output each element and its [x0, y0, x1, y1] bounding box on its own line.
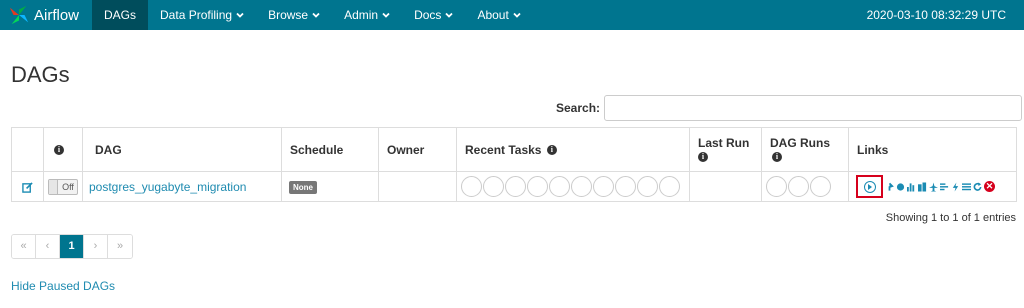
nav-dags-label: DAGs [104, 8, 137, 22]
info-icon: i [698, 152, 708, 163]
task-tries-icon[interactable] [918, 182, 927, 192]
info-icon: i [772, 152, 782, 163]
task-state-circle[interactable] [637, 176, 658, 197]
nav-browse-label: Browse [268, 8, 309, 22]
header-dag-runs: DAG Runs i [761, 127, 849, 172]
task-state-circle[interactable] [483, 176, 504, 197]
first-page-button[interactable]: « [12, 235, 36, 258]
header-info: i [43, 127, 83, 172]
chevron-down-icon [236, 12, 244, 18]
header-last-run: Last Run i [689, 127, 762, 172]
nav-docs[interactable]: Docs [402, 0, 465, 30]
chevron-down-icon [312, 12, 320, 18]
nav-about[interactable]: About [465, 0, 532, 30]
schedule-cell: None [281, 171, 379, 202]
header-links: Links [848, 127, 1017, 172]
dags-table: i DAG Schedule Owner Recent Tasks i Last… [11, 127, 1017, 202]
hide-paused-dags-link[interactable]: Hide Paused DAGs [11, 279, 115, 293]
nav-admin-label: Admin [344, 8, 379, 22]
info-icon: i [54, 145, 64, 156]
run-state-circle[interactable] [810, 176, 831, 197]
nav-data-profiling[interactable]: Data Profiling [148, 0, 256, 30]
showing-entries: Showing 1 to 1 of 1 entries [885, 212, 1016, 224]
recent-tasks-circles [461, 176, 685, 197]
top-navbar: Airflow DAGs Data Profiling Browse Admin… [0, 0, 1024, 30]
task-state-circle[interactable] [593, 176, 614, 197]
run-state-circle[interactable] [766, 176, 787, 197]
links-icons: ✕ [853, 175, 1012, 198]
header-dag-runs-label: DAG Runs [770, 135, 830, 150]
chevron-down-icon [382, 12, 390, 18]
refresh-icon[interactable] [973, 182, 982, 192]
last-page-button[interactable]: » [108, 235, 132, 258]
gantt-icon[interactable] [940, 182, 949, 192]
next-page-button[interactable]: › [84, 235, 108, 258]
header-recent-tasks-label: Recent Tasks [465, 142, 542, 157]
toggle-cell: Off [43, 171, 83, 202]
delete-icon[interactable]: ✕ [984, 181, 995, 192]
search-label: Search: [556, 101, 601, 115]
header-owner[interactable]: Owner [378, 127, 457, 172]
dag-runs-cell [761, 171, 849, 202]
pause-toggle[interactable]: Off [48, 178, 78, 195]
page-title: DAGs [11, 62, 70, 87]
links-cell: ✕ [848, 171, 1017, 202]
task-state-circle[interactable] [505, 176, 526, 197]
trigger-dag-icon[interactable] [863, 180, 876, 193]
table-row: Off postgres_yugabyte_migration None ✕ [11, 171, 1017, 202]
brand-name: Airflow [34, 6, 80, 24]
nav-about-label: About [477, 8, 509, 22]
run-state-circle[interactable] [788, 176, 809, 197]
server-time: 2020-03-10 08:32:29 UTC [866, 8, 1006, 22]
dag-runs-circles [766, 176, 844, 197]
task-state-circle[interactable] [571, 176, 592, 197]
edit-cell [11, 171, 44, 202]
nav-dags[interactable]: DAGs [92, 0, 149, 30]
graph-view-icon[interactable] [896, 182, 905, 192]
page-1-button[interactable]: 1 [60, 235, 84, 258]
search-input[interactable] [604, 95, 1023, 121]
owner-cell [378, 171, 457, 202]
header-dag[interactable]: DAG [82, 127, 282, 172]
nav-docs-label: Docs [414, 8, 442, 22]
logs-icon[interactable] [962, 182, 971, 192]
last-run-cell [689, 171, 762, 202]
task-state-circle[interactable] [461, 176, 482, 197]
chevron-down-icon [513, 12, 521, 18]
landing-times-icon[interactable] [929, 182, 938, 192]
header-last-run-label: Last Run [698, 135, 750, 150]
task-state-circle[interactable] [549, 176, 570, 197]
pagination: « ‹ 1 › » [11, 234, 133, 259]
header-edit [11, 127, 44, 172]
airflow-logo-icon [9, 5, 29, 25]
brand[interactable]: Airflow [0, 0, 92, 30]
task-state-circle[interactable] [659, 176, 680, 197]
dag-id-cell: postgres_yugabyte_migration [82, 171, 282, 202]
table-header-row: i DAG Schedule Owner Recent Tasks i Last… [11, 127, 1017, 172]
chevron-down-icon [445, 12, 454, 18]
header-recent-tasks: Recent Tasks i [456, 127, 690, 172]
prev-page-button[interactable]: ‹ [36, 235, 60, 258]
code-icon[interactable] [951, 182, 960, 192]
schedule-badge: None [289, 181, 317, 194]
info-icon: i [546, 145, 557, 156]
task-state-circle[interactable] [527, 176, 548, 197]
tree-view-icon[interactable] [885, 182, 894, 192]
recent-tasks-cell [456, 171, 690, 202]
nav-browse[interactable]: Browse [256, 0, 332, 30]
dag-link[interactable]: postgres_yugabyte_migration [89, 180, 246, 194]
nav-admin[interactable]: Admin [332, 0, 402, 30]
task-state-circle[interactable] [615, 176, 636, 197]
search-bar: Search: [556, 95, 1023, 121]
header-schedule[interactable]: Schedule [281, 127, 379, 172]
task-duration-icon[interactable] [907, 182, 916, 192]
edit-icon[interactable] [22, 182, 33, 193]
trigger-highlight [856, 175, 883, 198]
nav-data-profiling-label: Data Profiling [160, 8, 233, 22]
